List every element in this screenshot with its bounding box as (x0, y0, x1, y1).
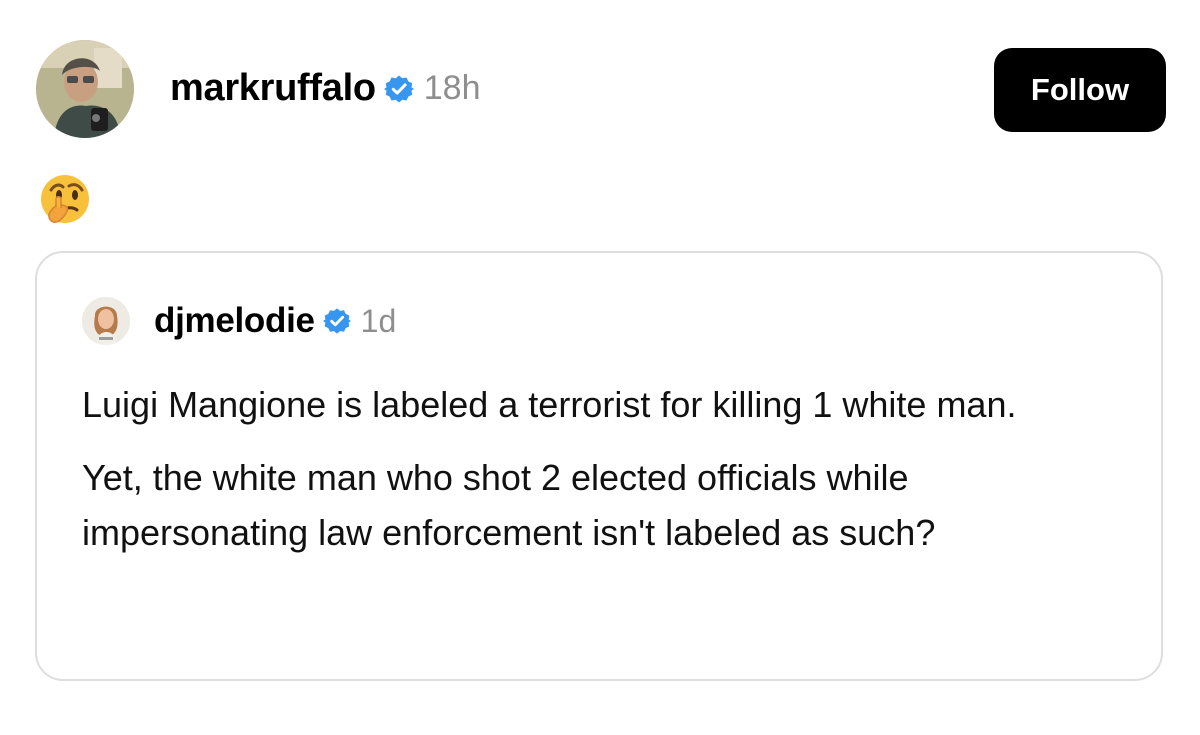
quote-author-avatar[interactable] (82, 297, 130, 345)
threads-post: markruffalo 18h Follow djmelodie 1d Luig… (0, 0, 1200, 735)
follow-button[interactable]: Follow (994, 48, 1166, 132)
quoted-post-card[interactable]: djmelodie 1d Luigi Mangione is labeled a… (35, 251, 1163, 681)
post-timestamp[interactable]: 18h (424, 69, 481, 108)
quote-timestamp[interactable]: 1d (361, 303, 397, 340)
post-body (38, 172, 94, 224)
post-header: markruffalo 18h Follow (36, 40, 1166, 140)
author-line: markruffalo 18h (170, 67, 481, 110)
thinking-face-emoji-icon (38, 172, 94, 226)
verified-badge-icon (322, 307, 351, 335)
quote-author-name[interactable]: djmelodie (154, 301, 315, 341)
quote-paragraph: Yet, the white man who shot 2 elected of… (82, 457, 936, 553)
author-avatar[interactable] (36, 40, 134, 138)
verified-badge-icon (383, 74, 414, 104)
author-name[interactable]: markruffalo (170, 67, 376, 110)
quote-text: Luigi Mangione is labeled a terrorist fo… (82, 377, 1122, 578)
quote-paragraph: Luigi Mangione is labeled a terrorist fo… (82, 384, 1017, 425)
quote-header: djmelodie 1d (82, 297, 396, 345)
